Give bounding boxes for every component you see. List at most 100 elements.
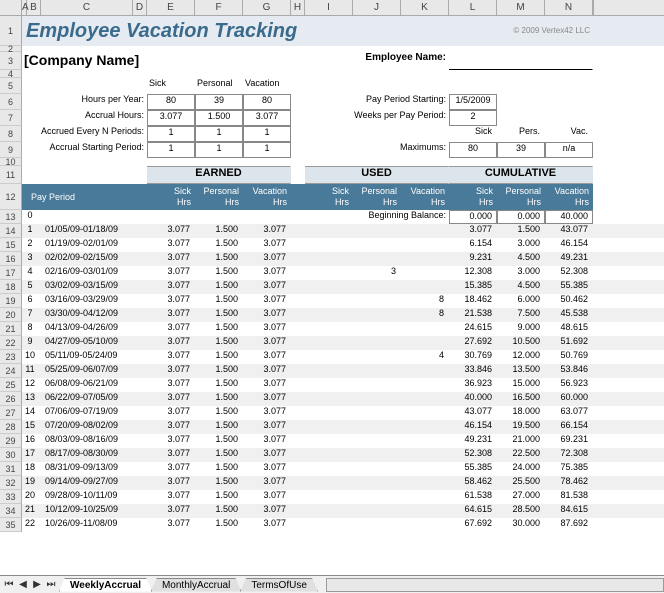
pay-period-cell[interactable]: 09/28/09-10/11/09 <box>41 490 147 504</box>
used-cell[interactable]: 3 <box>353 266 401 280</box>
used-cell[interactable] <box>401 518 449 532</box>
used-cell[interactable] <box>401 378 449 392</box>
cumulative-cell[interactable]: 63.077 <box>545 406 593 420</box>
col-header-D[interactable]: D <box>133 0 147 15</box>
row-header[interactable]: 7 <box>0 110 22 126</box>
cumulative-cell[interactable]: 53.846 <box>545 364 593 378</box>
earned-cell[interactable]: 3.077 <box>243 336 291 350</box>
row-header[interactable]: 4 <box>0 70 22 78</box>
earned-cell[interactable]: 3.077 <box>243 238 291 252</box>
cumulative-cell[interactable]: 30.000 <box>497 518 545 532</box>
cumulative-cell[interactable]: 4.500 <box>497 280 545 294</box>
cumulative-cell[interactable]: 18.000 <box>497 406 545 420</box>
cumulative-cell[interactable]: 16.500 <box>497 392 545 406</box>
earned-cell[interactable]: 3.077 <box>147 322 195 336</box>
row-header[interactable]: 35 <box>0 518 22 532</box>
accrued-every-1[interactable]: 1 <box>195 126 243 142</box>
earned-cell[interactable]: 3.077 <box>147 518 195 532</box>
pay-period-start[interactable]: 1/5/2009 <box>449 94 497 110</box>
cumulative-cell[interactable]: 43.077 <box>449 406 497 420</box>
used-cell[interactable] <box>305 406 353 420</box>
cumulative-cell[interactable]: 9.000 <box>497 322 545 336</box>
maximums-2[interactable]: n/a <box>545 142 593 158</box>
used-cell[interactable] <box>353 252 401 266</box>
cumulative-cell[interactable]: 67.692 <box>449 518 497 532</box>
row-header[interactable]: 5 <box>0 78 22 94</box>
used-cell[interactable] <box>305 336 353 350</box>
used-cell[interactable] <box>353 490 401 504</box>
pay-period-cell[interactable]: 06/08/09-06/21/09 <box>41 378 147 392</box>
cumulative-cell[interactable]: 13.500 <box>497 364 545 378</box>
cumulative-cell[interactable]: 56.923 <box>545 378 593 392</box>
tab-monthlyaccrual[interactable]: MonthlyAccrual <box>151 578 241 592</box>
cumulative-cell[interactable]: 55.385 <box>449 462 497 476</box>
earned-cell[interactable]: 3.077 <box>147 280 195 294</box>
used-cell[interactable] <box>401 364 449 378</box>
used-cell[interactable]: 4 <box>401 350 449 364</box>
earned-cell[interactable]: 1.500 <box>195 308 243 322</box>
maximums-0[interactable]: 80 <box>449 142 497 158</box>
earned-cell[interactable]: 3.077 <box>147 308 195 322</box>
accrual-start-1[interactable]: 1 <box>195 142 243 158</box>
col-header-C[interactable]: C <box>41 0 133 15</box>
col-header-G[interactable]: G <box>243 0 291 15</box>
earned-cell[interactable]: 1.500 <box>195 252 243 266</box>
earned-cell[interactable]: 1.500 <box>195 490 243 504</box>
earned-cell[interactable]: 3.077 <box>147 476 195 490</box>
earned-cell[interactable]: 3.077 <box>243 322 291 336</box>
row-header[interactable]: 17 <box>0 266 22 280</box>
cumulative-cell[interactable]: 3.077 <box>449 224 497 238</box>
earned-cell[interactable]: 3.077 <box>243 280 291 294</box>
cumulative-cell[interactable]: 3.000 <box>497 238 545 252</box>
pay-period-cell[interactable]: 09/14/09-09/27/09 <box>41 476 147 490</box>
row-header[interactable]: 30 <box>0 448 22 462</box>
cumulative-cell[interactable]: 58.462 <box>449 476 497 490</box>
beginning-balance-1[interactable]: 0.000 <box>497 210 545 224</box>
pay-period-cell[interactable]: 04/27/09-05/10/09 <box>41 336 147 350</box>
used-cell[interactable] <box>353 392 401 406</box>
cumulative-cell[interactable]: 51.692 <box>545 336 593 350</box>
cumulative-cell[interactable]: 50.769 <box>545 350 593 364</box>
row-header[interactable]: 26 <box>0 392 22 406</box>
row-header[interactable]: 22 <box>0 336 22 350</box>
cumulative-cell[interactable]: 33.846 <box>449 364 497 378</box>
cumulative-cell[interactable]: 69.231 <box>545 434 593 448</box>
used-cell[interactable] <box>353 434 401 448</box>
col-header-E[interactable]: E <box>147 0 195 15</box>
earned-cell[interactable]: 1.500 <box>195 504 243 518</box>
row-header[interactable]: 23 <box>0 350 22 364</box>
used-cell[interactable] <box>401 434 449 448</box>
used-cell[interactable] <box>305 462 353 476</box>
earned-cell[interactable]: 3.077 <box>243 476 291 490</box>
weeks-per-pay[interactable]: 2 <box>449 110 497 126</box>
earned-cell[interactable]: 1.500 <box>195 336 243 350</box>
cumulative-cell[interactable]: 52.308 <box>545 266 593 280</box>
used-cell[interactable] <box>305 252 353 266</box>
cumulative-cell[interactable]: 27.000 <box>497 490 545 504</box>
cumulative-cell[interactable]: 28.500 <box>497 504 545 518</box>
used-cell[interactable] <box>305 266 353 280</box>
earned-cell[interactable]: 3.077 <box>147 406 195 420</box>
used-cell[interactable] <box>401 266 449 280</box>
earned-cell[interactable]: 1.500 <box>195 448 243 462</box>
earned-cell[interactable]: 3.077 <box>243 434 291 448</box>
earned-cell[interactable]: 3.077 <box>243 364 291 378</box>
accrual-hours-1[interactable]: 1.500 <box>195 110 243 126</box>
row-header[interactable]: 3 <box>0 52 22 70</box>
used-cell[interactable] <box>305 518 353 532</box>
cumulative-cell[interactable]: 12.308 <box>449 266 497 280</box>
col-header-J[interactable]: J <box>353 0 401 15</box>
maximums-1[interactable]: 39 <box>497 142 545 158</box>
accrual-start-2[interactable]: 1 <box>243 142 291 158</box>
earned-cell[interactable]: 3.077 <box>147 504 195 518</box>
cumulative-cell[interactable]: 7.500 <box>497 308 545 322</box>
used-cell[interactable] <box>353 462 401 476</box>
earned-cell[interactable]: 3.077 <box>147 266 195 280</box>
row-header[interactable]: 6 <box>0 94 22 110</box>
earned-cell[interactable]: 1.500 <box>195 392 243 406</box>
cumulative-cell[interactable]: 1.500 <box>497 224 545 238</box>
cumulative-cell[interactable]: 19.500 <box>497 420 545 434</box>
used-cell[interactable] <box>353 448 401 462</box>
cumulative-cell[interactable]: 52.308 <box>449 448 497 462</box>
used-cell[interactable] <box>401 490 449 504</box>
